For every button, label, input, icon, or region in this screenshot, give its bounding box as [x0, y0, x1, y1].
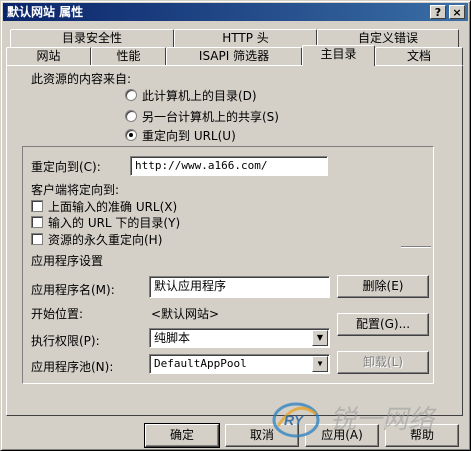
app-name-input[interactable]: 默认应用程序 — [149, 276, 330, 298]
radio-network-share-label: 另一台计算机上的共享(S) — [142, 110, 279, 124]
start-point-label: 开始位置: — [31, 307, 84, 321]
tab-website[interactable]: 网站 — [6, 47, 91, 65]
tab-http-headers[interactable]: HTTP 头 — [174, 29, 317, 47]
radio-local-directory-label: 此计算机上的目录(D) — [142, 89, 257, 103]
exec-permissions-value: 纯脚本 — [154, 331, 191, 345]
title-bar: 默认网站 属性 ? × — [3, 3, 468, 21]
separator-line — [401, 246, 431, 248]
cancel-button[interactable]: 取消 — [225, 424, 299, 447]
window-title: 默认网站 属性 — [7, 5, 84, 19]
tab-isapi-filters[interactable]: ISAPI 筛选器 — [166, 47, 302, 65]
checkbox-directory-below-label: 输入的 URL 下的目录(Y) — [48, 216, 181, 230]
tab-documents[interactable]: 文档 — [375, 47, 463, 65]
radio-network-share[interactable] — [125, 110, 137, 122]
checkbox-permanent-redirect-label: 资源的永久重定向(H) — [48, 233, 163, 247]
radio-redirect-url-label: 重定向到 URL(U) — [142, 129, 236, 143]
properties-dialog: 默认网站 属性 ? × 目录安全性 HTTP 头 自定义错误 网站 性能 ISA… — [0, 0, 471, 451]
unload-button-label: 卸载(L) — [362, 355, 404, 369]
exec-permissions-label: 执行权限(P): — [31, 334, 100, 348]
app-pool-value: DefaultAppPool — [154, 357, 247, 370]
tab-performance[interactable]: 性能 — [91, 47, 166, 65]
chevron-down-icon[interactable]: ▼ — [312, 330, 328, 346]
redirect-url-input[interactable]: http://www.a166.com/ — [130, 156, 328, 176]
ok-button[interactable]: 确定 — [144, 423, 220, 448]
unload-button[interactable]: 卸载(L) — [337, 351, 429, 374]
radio-local-directory[interactable] — [125, 89, 137, 101]
apply-button[interactable]: 应用(A) — [305, 424, 379, 447]
tab-directory-security[interactable]: 目录安全性 — [10, 29, 174, 47]
help-title-button[interactable]: ? — [430, 5, 446, 19]
checkbox-exact-url[interactable] — [31, 200, 43, 212]
remove-button[interactable]: 删除(E) — [337, 275, 429, 298]
client-redirect-label: 客户端将定向到: — [31, 183, 120, 197]
chevron-down-icon[interactable]: ▼ — [312, 356, 328, 372]
content-source-heading: 此资源的内容来自: — [31, 72, 132, 86]
app-pool-select[interactable]: DefaultAppPool ▼ — [149, 354, 330, 374]
exec-permissions-select[interactable]: 纯脚本 ▼ — [149, 328, 330, 348]
checkbox-directory-below[interactable] — [31, 216, 43, 228]
start-point-value: <默认网站> — [151, 307, 220, 321]
app-pool-label: 应用程序池(N): — [31, 360, 114, 374]
checkbox-exact-url-label: 上面输入的准确 URL(X) — [48, 200, 178, 214]
radio-redirect-url[interactable] — [125, 129, 137, 141]
app-name-label: 应用程序名(M): — [31, 283, 115, 297]
help-button[interactable]: 帮助 — [385, 424, 459, 447]
close-button[interactable]: × — [449, 5, 465, 19]
checkbox-permanent-redirect[interactable] — [31, 233, 43, 245]
app-settings-heading: 应用程序设置 — [31, 254, 104, 268]
tab-home-directory[interactable]: 主目录 — [302, 45, 375, 66]
redirect-to-label: 重定向到(C): — [31, 160, 101, 174]
configure-button[interactable]: 配置(G)... — [337, 313, 429, 336]
